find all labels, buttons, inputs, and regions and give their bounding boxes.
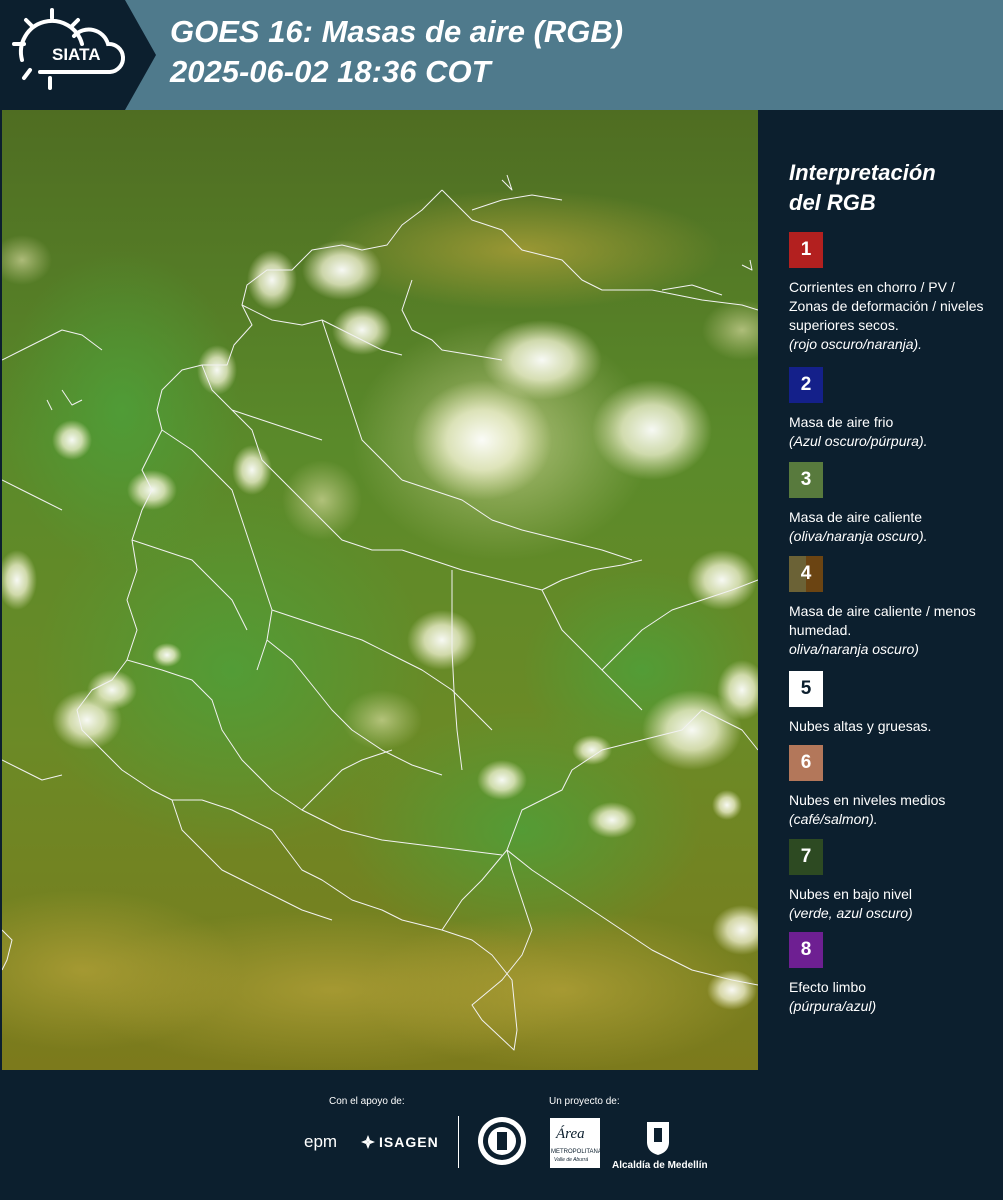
epm-logo: epm xyxy=(304,1132,338,1151)
page-title: GOES 16: Masas de aire (RGB) 2025-06-02 … xyxy=(170,12,623,92)
alcaldia-crest-icon xyxy=(645,1118,671,1156)
satellite-image xyxy=(2,110,758,1070)
legend-item-3: 3 Masa de aire caliente (oliva/naranja o… xyxy=(789,462,994,546)
legend-note-7: (verde, azul oscuro) xyxy=(789,905,913,921)
legend-note-1: (rojo oscuro/naranja). xyxy=(789,336,923,352)
legend-item-1: 1 Corrientes en chorro / PV / Zonas de d… xyxy=(789,232,994,354)
legend-desc-6: Nubes en niveles medios xyxy=(789,792,946,808)
satellite-map xyxy=(2,110,758,1070)
legend-swatch-8: 8 xyxy=(789,932,823,968)
legend-desc-4: Masa de aire caliente / menos humedad. xyxy=(789,603,976,638)
legend-desc-8: Efecto limbo xyxy=(789,979,867,995)
legend-item-2: 2 Masa de aire frio (Azul oscuro/púrpura… xyxy=(789,367,994,451)
legend-desc-1: Corrientes en chorro / PV / Zonas de def… xyxy=(789,279,984,333)
project-label: Un proyecto de: xyxy=(549,1096,620,1107)
legend-title-line-1: Interpretación xyxy=(789,160,936,185)
header-bar: SIATA GOES 16: Masas de aire (RGB) 2025-… xyxy=(0,0,1003,110)
legend-swatch-5: 5 xyxy=(789,671,823,707)
divider xyxy=(458,1116,459,1168)
seal-logo xyxy=(477,1116,527,1166)
legend-swatch-4: 4 xyxy=(789,556,823,592)
legend-item-7: 7 Nubes en bajo nivel (verde, azul oscur… xyxy=(789,839,994,923)
area-logo-subtext-2: Valle de Aburrá xyxy=(554,1157,589,1163)
legend-note-3: (oliva/naranja oscuro). xyxy=(789,528,928,544)
footer: Con el apoyo de: Un proyecto de: epm ISA… xyxy=(0,1070,1003,1200)
legend-swatch-7: 7 xyxy=(789,839,823,875)
legend-item-8: 8 Efecto limbo (púrpura/azul) xyxy=(789,932,994,1016)
legend-note-2: (Azul oscuro/púrpura). xyxy=(789,433,928,449)
legend-note-8: (púrpura/azul) xyxy=(789,998,877,1014)
title-line-1: GOES 16: Masas de aire (RGB) xyxy=(170,14,624,49)
siata-logo-text: SIATA xyxy=(52,45,100,64)
isagen-icon xyxy=(360,1134,376,1150)
legend-desc-2: Masa de aire frio xyxy=(789,414,894,430)
area-logo-text: Área xyxy=(556,1126,585,1142)
legend-item-4: 4 Masa de aire caliente / menos humedad.… xyxy=(789,556,994,659)
legend-title-line-2: del RGB xyxy=(789,190,876,215)
legend-panel: Interpretación del RGB 1 Corrientes en c… xyxy=(760,110,1003,1070)
legend-item-6: 6 Nubes en niveles medios (café/salmon). xyxy=(789,745,994,829)
legend-desc-7: Nubes en bajo nivel xyxy=(789,886,912,902)
alcaldia-logo: Alcaldía de Medellín xyxy=(612,1160,708,1171)
title-line-2: 2025-06-02 18:36 COT xyxy=(170,54,491,89)
legend-swatch-6: 6 xyxy=(789,745,823,781)
isagen-logo: ISAGEN xyxy=(379,1134,439,1150)
legend-swatch-3: 3 xyxy=(789,462,823,498)
legend-swatch-2: 2 xyxy=(789,367,823,403)
area-logo-subtext: METROPOLITANA xyxy=(551,1149,602,1155)
legend-desc-5: Nubes altas y gruesas. xyxy=(789,718,932,734)
legend-title: Interpretación del RGB xyxy=(789,158,936,218)
area-metropolitana-logo: Área METROPOLITANA Valle de Aburrá xyxy=(550,1118,602,1168)
legend-desc-3: Masa de aire caliente xyxy=(789,509,923,525)
legend-item-5: 5 Nubes altas y gruesas. xyxy=(789,671,994,736)
support-label: Con el apoyo de: xyxy=(329,1096,405,1107)
siata-logo: SIATA xyxy=(0,0,156,110)
legend-note-6: (café/salmon). xyxy=(789,811,878,827)
legend-swatch-1: 1 xyxy=(789,232,823,268)
legend-note-4: oliva/naranja oscuro) xyxy=(789,641,919,657)
